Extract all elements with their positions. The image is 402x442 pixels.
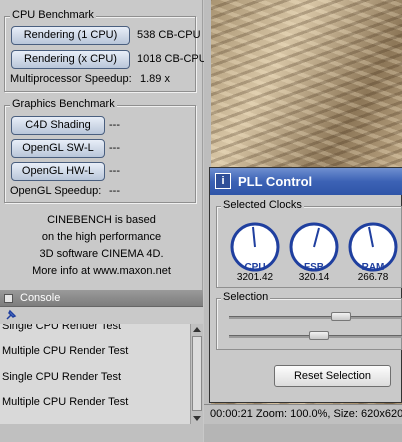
cpu-benchmark-group: CPU Benchmark Rendering (1 CPU) 538 CB-C…: [4, 9, 207, 92]
log-line: Multiple CPU Render Test: [2, 345, 129, 357]
info-icon: i: [215, 173, 231, 189]
pll-control-window: i PLL Control Selected Clocks CPU 3201.4…: [209, 167, 402, 403]
info-line: CINEBENCH is based: [47, 214, 156, 226]
ram-clock-value: 266.78: [357, 272, 389, 283]
graphics-benchmark-group: Graphics Benchmark C4D Shading --- OpenG…: [4, 98, 196, 203]
opengl-speedup-label: OpenGL Speedup:: [10, 185, 102, 197]
c4d-shading-button[interactable]: C4D Shading: [11, 116, 105, 135]
selected-clocks-title: Selected Clocks: [221, 199, 304, 211]
opengl-hwl-score: ---: [109, 165, 120, 177]
info-line: 3D software CINEMA 4D.: [39, 248, 164, 260]
fsb-clock-value: 320.14: [298, 272, 330, 283]
log-line: Single CPU Render Test: [2, 324, 122, 332]
single-cpu-score: 538 CB-CPU: [137, 29, 201, 41]
slider-2-thumb[interactable]: [309, 331, 329, 340]
status-text: 00:00:21 Zoom: 100.0%, Size: 620x620: [210, 408, 402, 420]
scroll-up-icon[interactable]: [193, 327, 201, 332]
render-1cpu-button[interactable]: Rendering (1 CPU): [11, 26, 130, 45]
slider-1-thumb[interactable]: [331, 312, 351, 321]
console-title: Console: [20, 292, 61, 304]
opengl-swl-score: ---: [109, 142, 120, 154]
window-menu-icon[interactable]: [4, 294, 13, 303]
console-header[interactable]: Console: [0, 290, 203, 307]
mp-speedup-label: Multiprocessor Speedup:: [10, 73, 132, 85]
cpu-clock-value: 3201.42: [236, 272, 274, 283]
console-toolbar: [0, 308, 203, 323]
selection-title: Selection: [221, 291, 271, 303]
cpu-benchmark-title: CPU Benchmark: [10, 9, 96, 21]
console-log[interactable]: Single CPU Render Test Multiple CPU Rend…: [0, 324, 190, 424]
multi-cpu-score: 1018 CB-CPU: [137, 53, 207, 65]
opengl-hwl-button[interactable]: OpenGL HW-L: [11, 162, 105, 181]
opengl-swl-button[interactable]: OpenGL SW-L: [11, 139, 105, 158]
reset-selection-button[interactable]: Reset Selection: [274, 365, 391, 387]
mp-speedup-value: 1.89 x: [140, 73, 170, 85]
log-line: Multiple CPU Render Test: [2, 396, 129, 408]
info-text: CINEBENCH is based on the high performan…: [0, 212, 203, 280]
scroll-down-icon[interactable]: [193, 416, 201, 421]
pin-icon[interactable]: [5, 309, 17, 321]
info-line: More info at www.maxon.net: [32, 265, 171, 277]
pll-title-bar[interactable]: i PLL Control: [210, 168, 402, 195]
log-line: Single CPU Render Test: [2, 371, 122, 383]
console-scrollbar[interactable]: [190, 324, 203, 424]
render-xcpu-button[interactable]: Rendering (x CPU): [11, 50, 130, 69]
info-line: on the high performance: [41, 231, 162, 243]
graphics-benchmark-title: Graphics Benchmark: [10, 98, 117, 110]
bottom-bar: [0, 424, 203, 442]
pll-title: PLL Control: [238, 174, 313, 189]
bottom-bar-right: [204, 424, 402, 442]
status-bar: 00:00:21 Zoom: 100.0%, Size: 620x620: [204, 404, 402, 424]
scroll-thumb[interactable]: [192, 336, 202, 411]
opengl-speedup-value: ---: [109, 185, 120, 197]
selection-slider-1[interactable]: [229, 316, 402, 319]
selection-group: Selection: [216, 291, 402, 350]
selected-clocks-group: Selected Clocks CPU 3201.42 FSB 320.14 R…: [216, 199, 402, 288]
c4d-shading-score: ---: [109, 119, 120, 131]
cinebench-panel: CPU Benchmark Rendering (1 CPU) 538 CB-C…: [0, 0, 207, 290]
